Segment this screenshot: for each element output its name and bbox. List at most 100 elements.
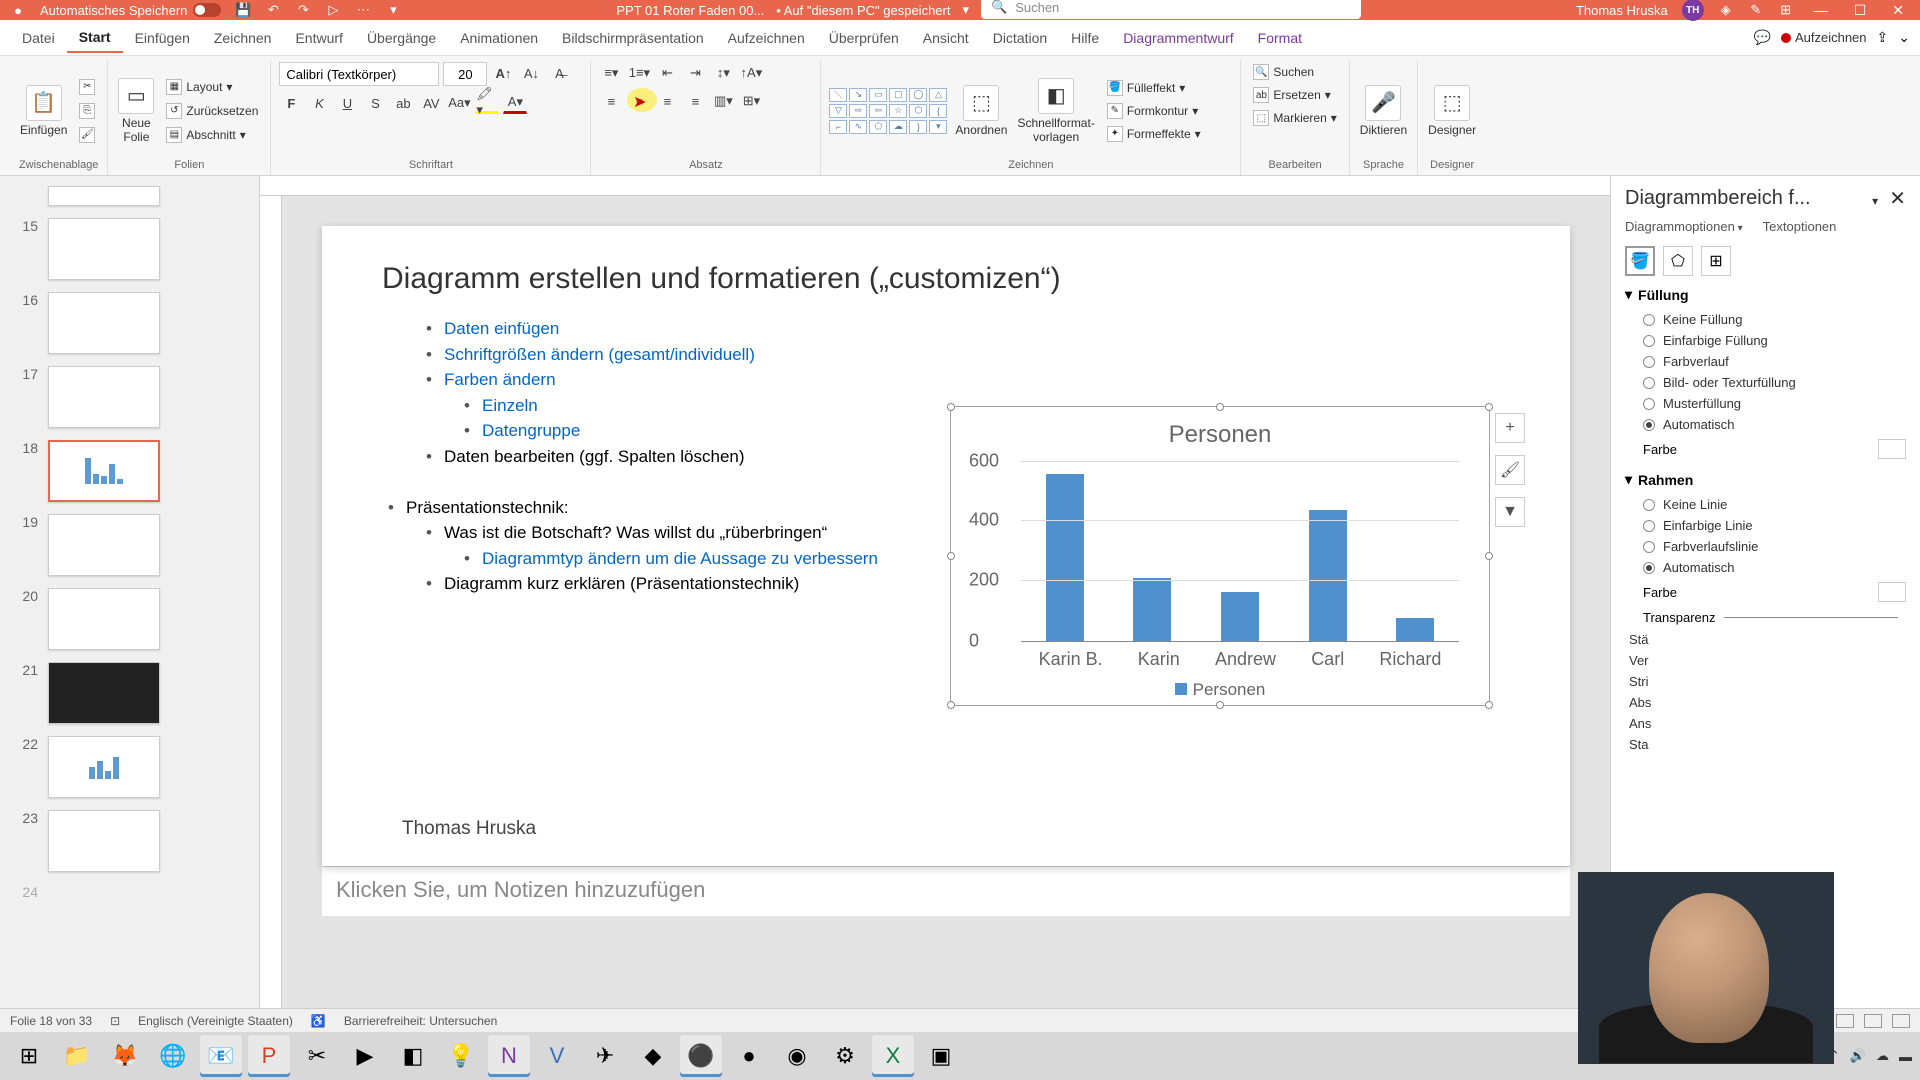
chart-plot-area[interactable]: 600 400 200 0 (1021, 461, 1459, 641)
thumb-14-partial[interactable] (0, 180, 259, 212)
rect-shape-icon[interactable]: ▭ (869, 88, 887, 102)
chart-brush-button[interactable]: 🖌 (1495, 455, 1525, 485)
battery-icon[interactable]: ▬ (1899, 1049, 1912, 1064)
slide-18[interactable]: Diagramm erstellen und formatieren („cus… (322, 226, 1570, 866)
accessibility-icon[interactable]: ♿ (311, 1014, 326, 1028)
chart-object[interactable]: + 🖌 ▼ Personen 600 400 200 0 (950, 406, 1490, 706)
tab-format[interactable]: Format (1246, 24, 1314, 52)
fill-color-row[interactable]: Farbe (1625, 435, 1906, 463)
dictate-button[interactable]: 🎤 Diktieren (1358, 83, 1409, 139)
vlc-icon[interactable]: ▶ (344, 1035, 386, 1077)
firefox-icon[interactable]: 🦊 (104, 1035, 146, 1077)
fill-section-header[interactable]: ▾Füllung (1625, 286, 1906, 303)
thumbnail-19[interactable]: 19 (0, 508, 259, 582)
border-solid-radio[interactable]: Einfarbige Linie (1625, 515, 1906, 536)
chart-plus-button[interactable]: + (1495, 413, 1525, 443)
tab-datei[interactable]: Datei (10, 24, 67, 52)
window-maximize-icon[interactable]: ☐ (1848, 2, 1873, 19)
more-qa-icon[interactable]: ⋯ (355, 2, 371, 18)
chart-title[interactable]: Personen (951, 407, 1489, 449)
effects-tab-icon[interactable]: ⬠ (1663, 246, 1693, 276)
tray-icon-1[interactable]: 🔊 (1850, 1048, 1866, 1064)
onedrive-icon[interactable]: ☁ (1876, 1048, 1889, 1064)
align-right-button[interactable]: ≡ (655, 90, 679, 112)
curve-shape-icon[interactable]: ∿ (849, 120, 867, 134)
app-icon-6[interactable]: ▣ (920, 1035, 962, 1077)
border-color-row[interactable]: Farbe (1625, 578, 1906, 606)
fill-pattern-radio[interactable]: Musterfüllung (1625, 393, 1906, 414)
fill-auto-radio[interactable]: Automatisch (1625, 414, 1906, 435)
thumbnail-20[interactable]: 20 (0, 582, 259, 656)
decrease-indent-button[interactable]: ⇤ (655, 62, 679, 84)
app-icon-1[interactable]: ◧ (392, 1035, 434, 1077)
chart-handle-ne[interactable] (1485, 403, 1493, 411)
tab-entwurf[interactable]: Entwurf (283, 24, 354, 52)
settings-icon[interactable]: ⚙ (824, 1035, 866, 1077)
slideshow-start-icon[interactable]: ▷ (325, 2, 341, 18)
fill-picture-radio[interactable]: Bild- oder Texturfüllung (1625, 372, 1906, 393)
bar-karin-b[interactable] (1046, 474, 1084, 641)
thumbnail-21[interactable]: 21 (0, 656, 259, 730)
tab-hilfe[interactable]: Hilfe (1059, 24, 1111, 52)
line-spacing-button[interactable]: ↕▾ (711, 62, 735, 84)
tab-start[interactable]: Start (67, 23, 123, 53)
decrease-font-icon[interactable]: A↓ (519, 62, 543, 84)
reading-view-icon[interactable] (1864, 1014, 1882, 1028)
line-arrow-icon[interactable]: ↘ (849, 88, 867, 102)
accessibility-status[interactable]: Barrierefreiheit: Untersuchen (344, 1014, 497, 1028)
arrow2-shape-icon[interactable]: ⇦ (869, 104, 887, 118)
excel-icon[interactable]: X (872, 1035, 914, 1077)
outlook-icon[interactable]: 📧 (200, 1035, 242, 1077)
thumbnail-18[interactable]: 18 (0, 434, 259, 508)
shape-effects-button[interactable]: ✦Formeffekte ▾ (1103, 124, 1205, 144)
close-macos-icon[interactable]: ● (10, 2, 26, 18)
chart-handle-s[interactable] (1216, 701, 1224, 709)
font-color-button[interactable]: A▾ (503, 92, 527, 114)
poly-shape-icon[interactable]: ⬠ (869, 120, 887, 134)
chrome-icon[interactable]: 🌐 (152, 1035, 194, 1077)
numbering-button[interactable]: 1≡▾ (627, 62, 651, 84)
brace-shape-icon[interactable]: { (929, 104, 947, 118)
app-icon-3[interactable]: ◆ (632, 1035, 674, 1077)
justify-button[interactable]: ≡ (683, 90, 707, 112)
highlight-color-button[interactable]: 🖍▾ (475, 92, 499, 114)
ribbon-collapse-icon[interactable]: ⌄ (1898, 29, 1910, 46)
format-painter-button[interactable]: 🖌 (75, 125, 99, 145)
tri2-shape-icon[interactable]: ▽ (829, 104, 847, 118)
chart-handle-n[interactable] (1216, 403, 1224, 411)
border-gradient-radio[interactable]: Farbverlaufslinie (1625, 536, 1906, 557)
shapes-gallery[interactable]: ＼ ↘ ▭ ▢ ◯ △ ▽ ⇨ ⇦ ☆ ⬡ { ⌐ ∿ ⬠ ☁ } ▾ (829, 88, 947, 134)
fill-color-swatch[interactable] (1878, 439, 1906, 459)
case-button[interactable]: Aa▾ (447, 92, 471, 114)
sorter-view-icon[interactable] (1836, 1014, 1854, 1028)
chart-handle-nw[interactable] (947, 403, 955, 411)
replace-button[interactable]: abErsetzen ▾ (1249, 85, 1334, 105)
border-none-radio[interactable]: Keine Linie (1625, 494, 1906, 515)
chart-handle-sw[interactable] (947, 701, 955, 709)
border-color-swatch[interactable] (1878, 582, 1906, 602)
tab-zeichnen[interactable]: Zeichnen (202, 24, 284, 52)
increase-font-icon[interactable]: A↑ (491, 62, 515, 84)
filename-dropdown-icon[interactable]: ▾ (962, 2, 969, 18)
tab-bildschirmpraesentation[interactable]: Bildschirmpräsentation (550, 24, 716, 52)
telegram-icon[interactable]: ✈ (584, 1035, 626, 1077)
align-left-button[interactable]: ≡ (599, 90, 623, 112)
app-icon-5[interactable]: ◉ (776, 1035, 818, 1077)
fill-line-tab-icon[interactable]: 🪣 (1625, 246, 1655, 276)
window-minimize-icon[interactable]: — (1808, 2, 1834, 18)
fill-none-radio[interactable]: Keine Füllung (1625, 309, 1906, 330)
tab-animationen[interactable]: Animationen (448, 24, 550, 52)
slide-counter[interactable]: Folie 18 von 33 (10, 1014, 92, 1028)
oval-shape-icon[interactable]: ◯ (909, 88, 927, 102)
obs-icon[interactable]: ⚫ (680, 1035, 722, 1077)
tab-dictation[interactable]: Dictation (981, 24, 1059, 52)
chart-filter-button[interactable]: ▼ (1495, 497, 1525, 527)
strike-button[interactable]: S (363, 92, 387, 114)
slide-thumbnails-panel[interactable]: 15 16 17 18 19 20 21 22 23 24 (0, 176, 260, 1026)
thumbnail-24[interactable]: 24 (0, 878, 259, 906)
char-spacing-button[interactable]: AV (419, 92, 443, 114)
language-status[interactable]: Englisch (Vereinigte Staaten) (138, 1014, 293, 1028)
font-name-select[interactable]: Calibri (Textkörper) (279, 62, 439, 86)
fill-gradient-radio[interactable]: Farbverlauf (1625, 351, 1906, 372)
bar-carl[interactable] (1309, 510, 1347, 641)
